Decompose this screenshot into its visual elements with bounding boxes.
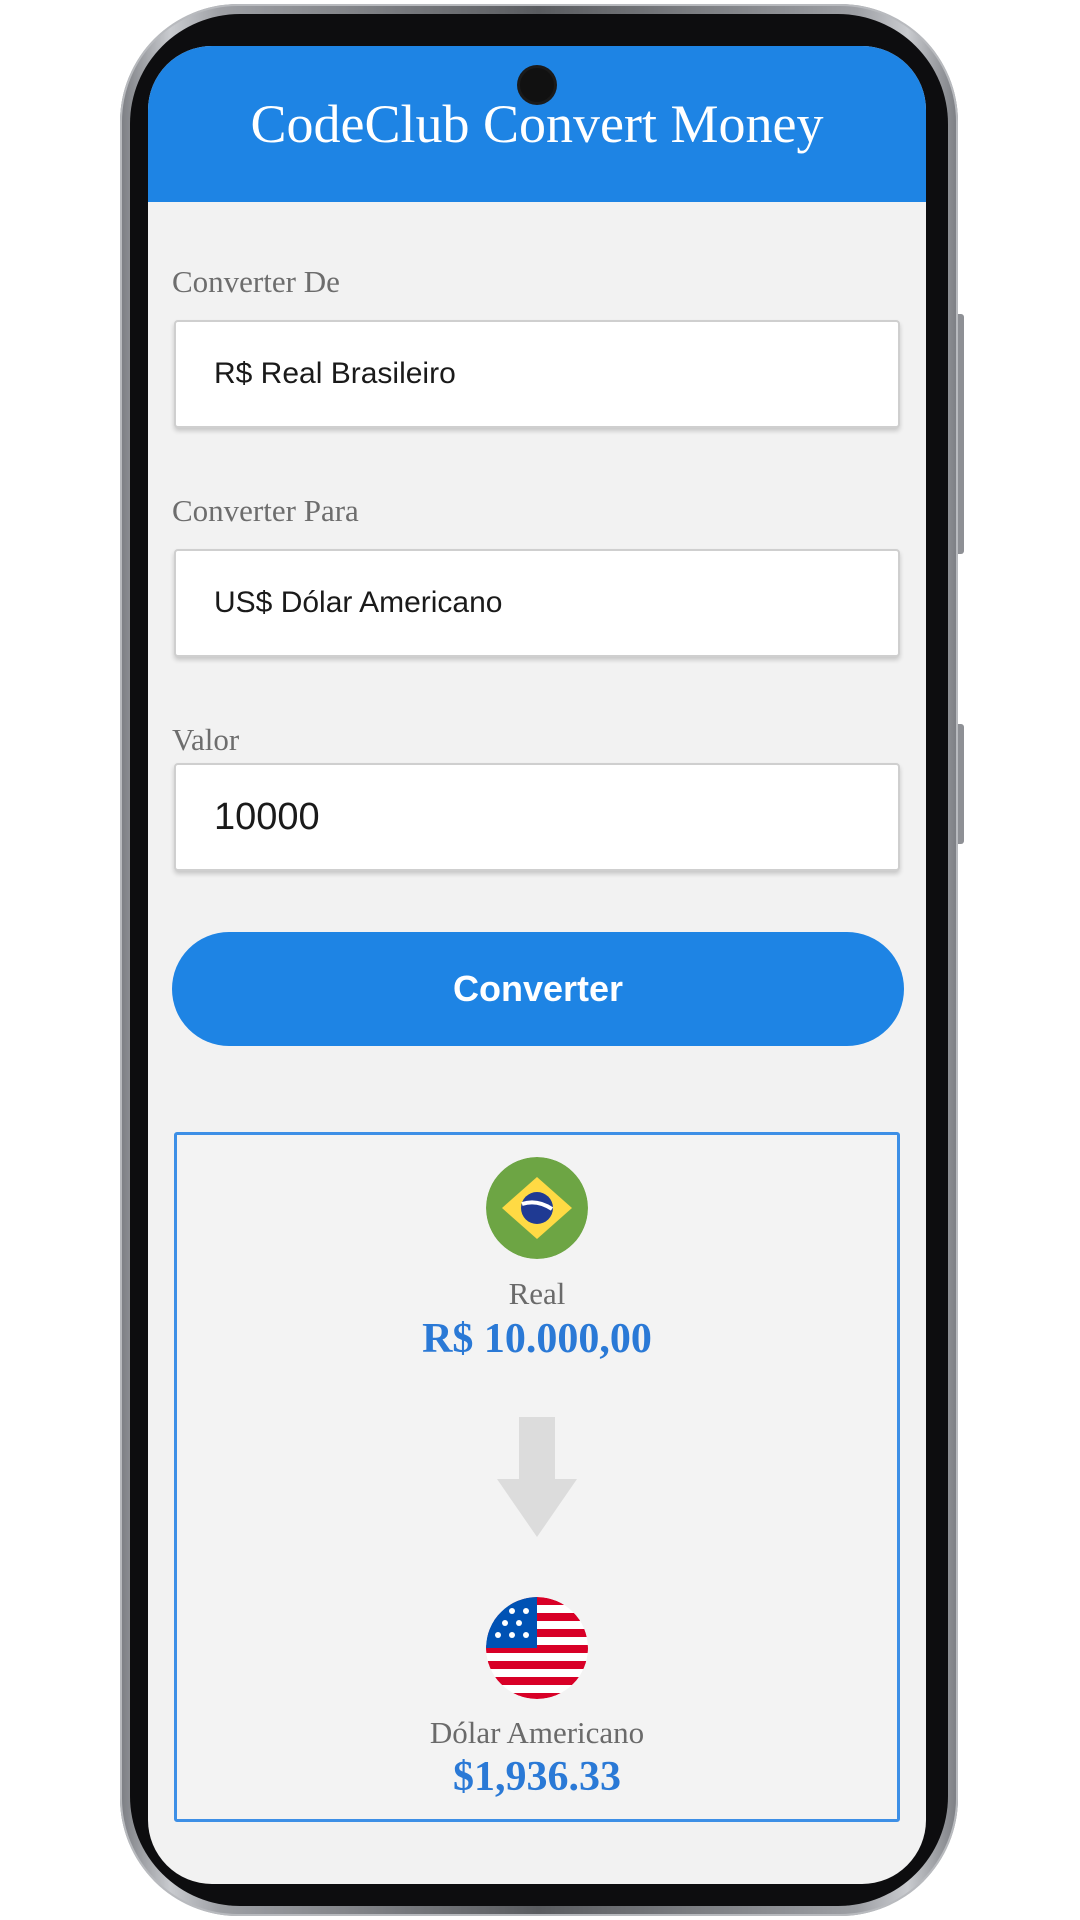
volume-button bbox=[958, 314, 964, 554]
amount-input[interactable]: 10000 bbox=[174, 763, 900, 871]
to-currency-amount: $1,936.33 bbox=[453, 1754, 621, 1800]
to-currency-label: Converter Para bbox=[172, 493, 359, 528]
from-currency-select[interactable]: R$ Real Brasileiro bbox=[174, 320, 900, 428]
to-currency-value: US$ Dólar Americano bbox=[214, 586, 503, 619]
usa-flag-icon bbox=[486, 1597, 588, 1699]
app-screen: CodeClub Convert Money Converter De R$ R… bbox=[148, 46, 926, 1884]
convert-button[interactable]: Converter bbox=[172, 932, 904, 1046]
power-button bbox=[958, 724, 964, 844]
from-currency-label: Converter De bbox=[172, 264, 340, 299]
stage: CodeClub Convert Money Converter De R$ R… bbox=[0, 0, 1080, 1920]
arrow-down-icon bbox=[497, 1417, 577, 1537]
from-currency-value: R$ Real Brasileiro bbox=[214, 357, 456, 390]
brazil-flag-icon bbox=[486, 1157, 588, 1259]
amount-label: Valor bbox=[172, 722, 240, 757]
amount-value: 10000 bbox=[214, 795, 320, 838]
result-panel: Real R$ 10.000,00 Dólar Americano $1,936… bbox=[174, 1132, 900, 1822]
to-currency-name: Dólar Americano bbox=[429, 1715, 645, 1750]
front-camera bbox=[520, 68, 554, 102]
from-currency-amount: R$ 10.000,00 bbox=[422, 1316, 652, 1362]
app-header: CodeClub Convert Money bbox=[148, 46, 926, 202]
from-currency-name: Real bbox=[508, 1276, 566, 1311]
to-currency-select[interactable]: US$ Dólar Americano bbox=[174, 549, 900, 657]
